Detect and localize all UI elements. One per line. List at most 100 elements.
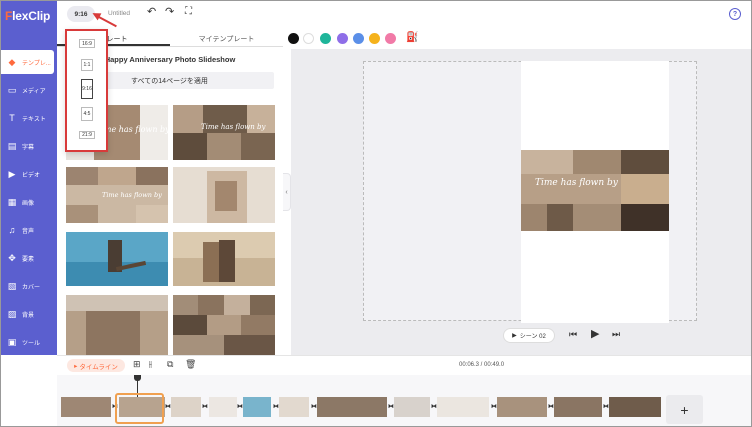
sidebar-item-cover[interactable]: ▧ カバー — [1, 274, 57, 298]
sidebar-item-label: 背景 — [22, 312, 35, 319]
timeline-toggle[interactable]: ▸ タイムライン — [67, 359, 125, 372]
fullscreen-icon[interactable]: ⛶ — [185, 7, 192, 17]
canvas-page[interactable]: Time has flown by — [521, 61, 669, 323]
timeline-clip[interactable] — [394, 397, 430, 417]
image-icon: ▦ — [7, 196, 17, 207]
split-icon[interactable]: ⫲ — [149, 360, 152, 369]
scene-selector[interactable]: ▶ シーン 02 — [503, 328, 555, 343]
media-icon: ▭ — [7, 84, 17, 95]
color-swatch-teal[interactable] — [320, 33, 331, 44]
timeline-clip[interactable] — [209, 397, 237, 417]
template-thumbnail[interactable] — [66, 295, 168, 355]
template-script-text: Time has flown by — [102, 191, 162, 199]
video-icon: ▶ — [8, 168, 16, 179]
ratio-option-4-5[interactable]: 4:5 — [81, 107, 93, 121]
add-frame-icon[interactable]: ⊞ — [133, 360, 141, 369]
template-thumbnail[interactable]: Time has flown by — [173, 105, 275, 160]
timeline-clip[interactable] — [243, 397, 271, 417]
sidebar-item-media[interactable]: ▭ メディア — [1, 78, 57, 102]
delete-icon[interactable]: 🗑 — [185, 360, 196, 369]
cover-icon: ▧ — [7, 280, 17, 291]
aspect-ratio-menu: 16:9 1:1 9:16 4:5 21:9 — [65, 29, 108, 152]
audio-icon: ♫ — [8, 224, 16, 235]
document-title[interactable]: Untitled — [108, 10, 130, 17]
duplicate-icon[interactable]: ⧉ — [167, 360, 173, 369]
sidebar-item-text[interactable]: T テキスト — [1, 106, 57, 130]
redo-icon[interactable]: ↷ — [165, 7, 174, 18]
timeline-track: ⧓ ⧓ ⧓ ⧓ ⧓ ⧓ ⧓ ⧓ ⧓ ⧓ ⧓ + — [57, 375, 751, 426]
sidebar: FlexClip ◆ テンプレ... ▭ メディア T テキスト ▤ 字幕 ▶ … — [1, 1, 57, 355]
timeline-clip[interactable] — [171, 397, 201, 417]
template-thumbnail[interactable] — [173, 232, 275, 286]
template-icon: ◆ — [8, 56, 16, 67]
ratio-option-16-9[interactable]: 16:9 — [79, 39, 95, 48]
color-swatch-black[interactable] — [288, 33, 299, 44]
next-scene-icon[interactable]: ⏭ — [612, 330, 620, 339]
sidebar-item-audio[interactable]: ♫ 音声 — [1, 218, 57, 242]
template-thumbnail[interactable]: Time has flown by — [66, 167, 168, 223]
flexclip-editor: FlexClip ◆ テンプレ... ▭ メディア T テキスト ▤ 字幕 ▶ … — [0, 0, 752, 427]
sidebar-item-tools[interactable]: ▣ ツール — [1, 330, 57, 354]
color-swatch-yellow[interactable] — [369, 33, 380, 44]
template-thumbnail[interactable] — [173, 295, 275, 355]
template-thumbnail[interactable] — [66, 232, 168, 286]
sidebar-item-video[interactable]: ▶ ビデオ — [1, 162, 57, 186]
template-script-text: Time has flown by — [201, 123, 266, 131]
help-icon[interactable]: ? — [729, 8, 741, 20]
ratio-option-21-9[interactable]: 21:9 — [79, 131, 95, 139]
transition-icon[interactable]: ⧓ — [202, 404, 208, 410]
color-swatch-blue[interactable] — [353, 33, 364, 44]
play-small-icon: ▶ — [512, 333, 517, 339]
undo-icon[interactable]: ↶ — [147, 7, 156, 18]
subtitle-icon: ▤ — [7, 140, 17, 151]
timeline-icon: ▸ — [74, 362, 78, 370]
timeline-label: タイムライン — [79, 363, 118, 371]
sidebar-item-label: 画像 — [22, 200, 35, 207]
paint-bucket-icon[interactable]: ⛽ — [406, 32, 418, 43]
tools-icon: ▣ — [7, 336, 17, 347]
timeline-toolbar: ▸ タイムライン ⊞ ⫲ ⧉ 🗑 00:06.3 / 00:49.0 — [57, 355, 751, 375]
timeline-clip[interactable] — [317, 397, 387, 417]
sidebar-item-label: メディア — [22, 88, 46, 95]
previous-scene-icon[interactable]: ⏮ — [569, 330, 577, 339]
timeline-clip[interactable] — [609, 397, 661, 417]
sidebar-item-label: テンプレ... — [22, 60, 51, 67]
sidebar-item-subtitles[interactable]: ▤ 字幕 — [1, 134, 57, 158]
play-icon[interactable]: ▶ — [591, 329, 599, 340]
text-icon: T — [9, 112, 15, 123]
elements-icon: ✥ — [8, 252, 16, 263]
background-icon: ▨ — [7, 308, 17, 319]
sidebar-item-label: 字幕 — [22, 144, 35, 151]
collapse-panel-button[interactable]: ‹ — [283, 173, 291, 211]
sidebar-item-label: 音声 — [22, 228, 35, 235]
tab-my-templates[interactable]: マイテンプレート — [170, 29, 283, 46]
template-thumbnail[interactable] — [173, 167, 275, 223]
sidebar-item-elements[interactable]: ✥ 要素 — [1, 246, 57, 270]
collage[interactable]: Time has flown by — [521, 150, 669, 231]
color-swatch-pink[interactable] — [385, 33, 396, 44]
ratio-option-9-16[interactable]: 9:16 — [81, 79, 93, 99]
sidebar-item-label: テキスト — [22, 116, 46, 123]
timeline-clip[interactable] — [279, 397, 309, 417]
sidebar-item-label: ビデオ — [22, 172, 41, 179]
flexclip-logo: FlexClip — [5, 9, 51, 23]
timeline-clip[interactable] — [61, 397, 111, 417]
color-swatch-purple[interactable] — [337, 33, 348, 44]
selected-clip-outline[interactable] — [115, 393, 164, 424]
add-scene-button[interactable]: + — [666, 395, 703, 424]
sidebar-item-label: カバー — [22, 284, 41, 291]
sidebar-item-images[interactable]: ▦ 画像 — [1, 190, 57, 214]
timeline-clip[interactable] — [437, 397, 489, 417]
sidebar-item-label: ツール — [22, 340, 41, 347]
timeline-clip[interactable] — [554, 397, 602, 417]
top-bar: 9:16 Untitled ↶ ↷ ⛶ ? — [57, 1, 751, 29]
color-swatch-white[interactable] — [303, 33, 314, 44]
timeline-clip[interactable] — [497, 397, 547, 417]
sidebar-item-templates[interactable]: ◆ テンプレ... — [1, 50, 54, 74]
sidebar-item-background[interactable]: ▨ 背景 — [1, 302, 57, 326]
canvas-script-text[interactable]: Time has flown by — [535, 178, 618, 188]
scene-label: シーン 02 — [519, 334, 546, 340]
timecode: 00:06.3 / 00:49.0 — [459, 362, 505, 368]
ratio-option-1-1[interactable]: 1:1 — [81, 59, 93, 71]
sidebar-item-label: 要素 — [22, 256, 35, 263]
